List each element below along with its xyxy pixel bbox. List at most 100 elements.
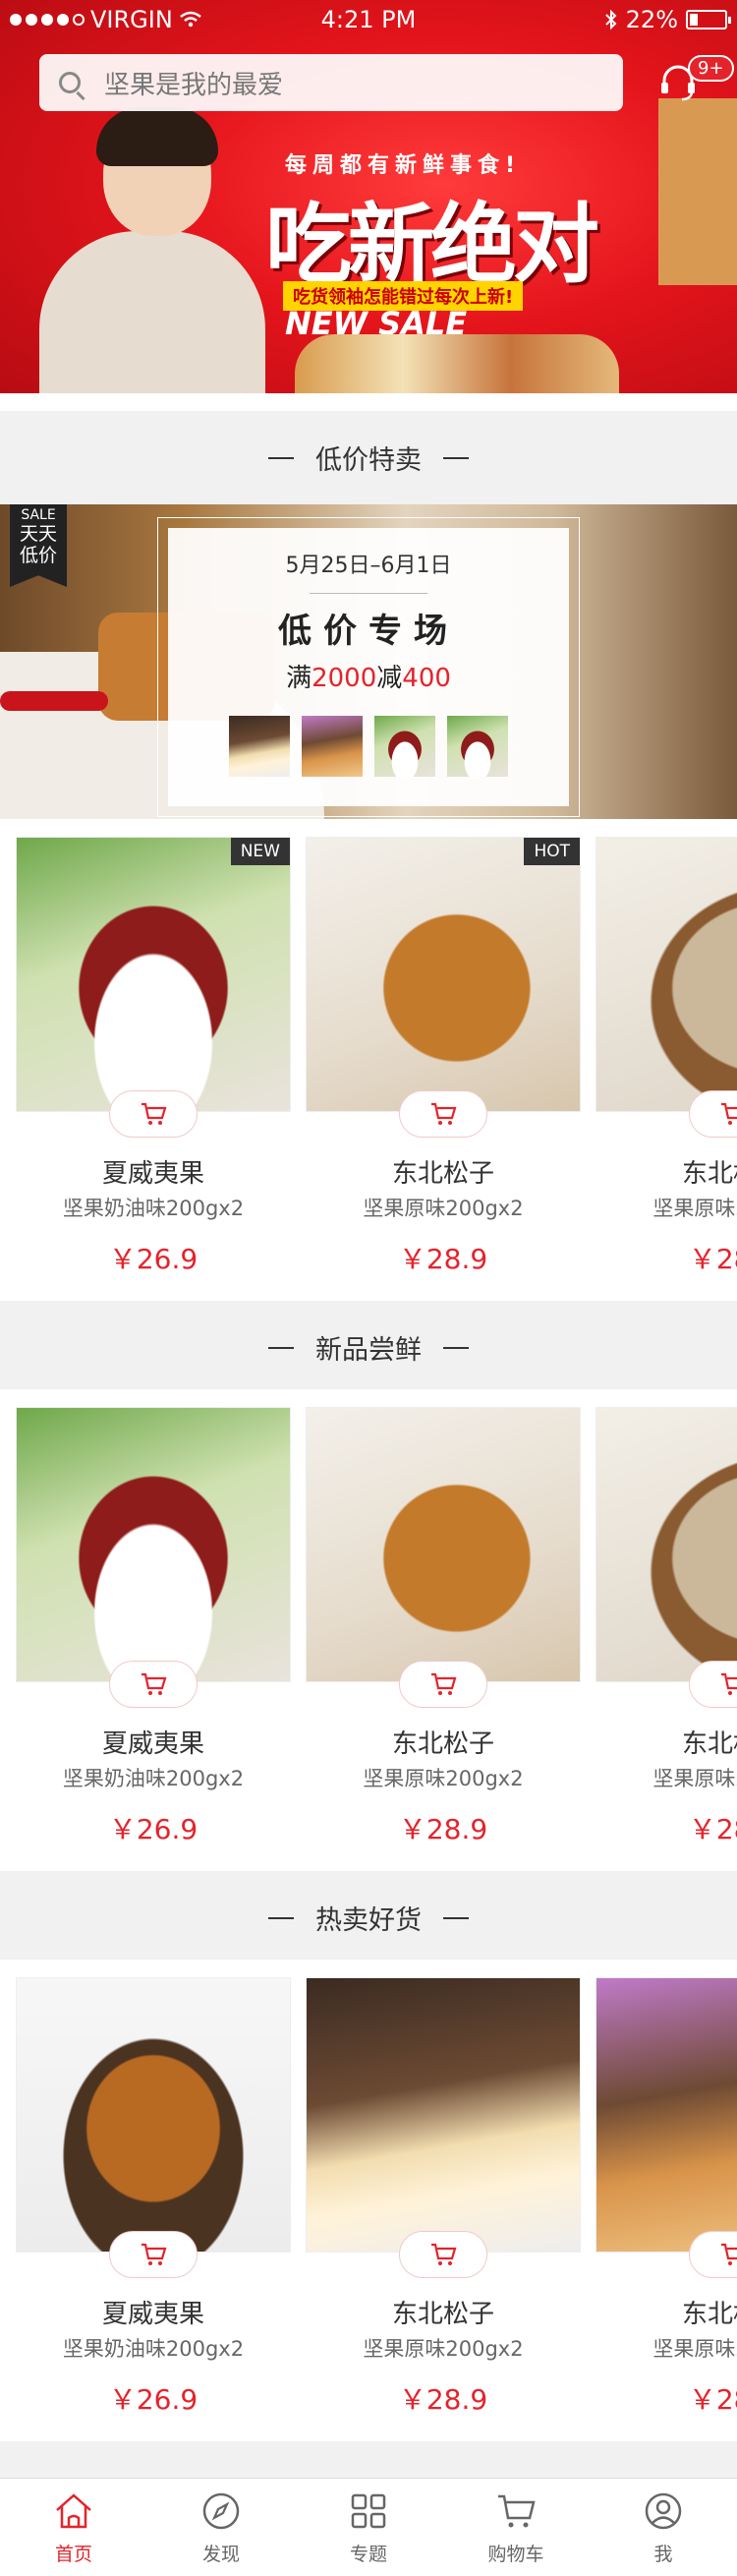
product-name: 东北松子 — [681, 1729, 737, 1759]
user-icon — [645, 2492, 682, 2530]
promo-banner[interactable]: SALE 天天低价 5月25日–6月1日 低价专场 满2000减400 — [0, 504, 737, 819]
promo-name: 低价专场 — [278, 612, 459, 651]
cart-icon — [721, 2243, 737, 2265]
tab-label: 我 — [653, 2544, 673, 2565]
add-to-cart-button[interactable] — [689, 1090, 737, 1138]
product-price: ￥28.9 — [688, 2383, 737, 2416]
sale-tag: SALE 天天低价 — [10, 504, 67, 587]
crackers-decoration — [658, 98, 737, 285]
cart-icon — [431, 1102, 457, 1125]
add-to-cart-button[interactable] — [399, 2231, 487, 2278]
cart-icon — [142, 2243, 167, 2265]
promo-thumbnails — [168, 716, 569, 777]
product-card[interactable]: 东北松子 坚果原味200gx2 ￥28.9 — [306, 1977, 581, 2434]
product-card[interactable]: NEW 夏威夷果 坚果奶油味200gx2 ￥26.9 — [16, 837, 291, 1294]
product-card[interactable]: 东北松子 坚果原味200gx2 ￥28.9 — [595, 1977, 737, 2434]
product-desc: 坚果原味200gx2 — [363, 1767, 524, 1790]
product-price: ￥26.9 — [108, 2383, 198, 2416]
product-desc: 坚果奶油味200gx2 — [62, 1767, 245, 1790]
tab-label: 发现 — [201, 2544, 240, 2565]
product-price: ￥28.9 — [398, 2383, 488, 2416]
hot-badge: HOT — [524, 838, 580, 865]
promo-date: 5月25日–6月1日 — [285, 554, 452, 578]
tab-label: 购物车 — [487, 2544, 544, 2565]
product-card[interactable]: 东北松子 坚果原味200gx2 ￥28.9 — [595, 837, 737, 1294]
product-row-sale[interactable]: NEW 夏威夷果 坚果奶油味200gx2 ￥26.9 HOT 东北松子 坚果原味… — [0, 819, 737, 1301]
compass-icon — [202, 2492, 240, 2530]
product-desc: 坚果奶油味200gx2 — [62, 1197, 245, 1220]
promo-thumb — [229, 716, 290, 777]
add-to-cart-button[interactable] — [399, 1661, 487, 1708]
tab-label: 首页 — [54, 2544, 92, 2565]
promo-thumb — [374, 716, 435, 777]
section-title-sale: 低价特卖 — [0, 411, 737, 504]
notification-badge: 9+ — [688, 55, 734, 82]
product-name: 东北松子 — [681, 2300, 737, 2329]
product-image — [16, 1407, 291, 1682]
battery-percent: 22% — [625, 6, 678, 33]
product-price: ￥28.9 — [398, 1813, 488, 1845]
cart-icon — [721, 1672, 737, 1695]
new-badge: NEW — [230, 838, 290, 865]
product-image — [306, 1407, 581, 1682]
promo-thumb — [302, 716, 363, 777]
add-to-cart-button[interactable] — [399, 1090, 487, 1138]
cart-icon — [142, 1102, 167, 1125]
product-name: 东北松子 — [391, 1159, 494, 1189]
tab-discover[interactable]: 发现 — [147, 2479, 295, 2576]
product-name: 夏威夷果 — [101, 1159, 204, 1189]
tab-home[interactable]: 首页 — [0, 2479, 147, 2576]
product-name: 东北松子 — [391, 1729, 494, 1759]
cart-icon — [142, 1672, 167, 1695]
section-title-new: 新品尝鲜 — [0, 1301, 737, 1394]
product-card[interactable]: HOT 东北松子 坚果原味200gx2 ￥28.9 — [306, 837, 581, 1294]
product-image — [16, 1977, 291, 2253]
tab-me[interactable]: 我 — [590, 2479, 737, 2576]
status-bar: VIRGIN 4:21 PM 22% — [0, 0, 737, 39]
product-desc: 坚果原味200gx2 — [363, 2337, 524, 2361]
bluetooth-icon — [604, 9, 617, 30]
cart-icon — [721, 1102, 737, 1125]
product-name: 东北松子 — [391, 2300, 494, 2329]
product-desc: 坚果原味200gx2 — [652, 2337, 737, 2361]
search-input[interactable]: 坚果是我的最爱 — [39, 54, 623, 111]
product-desc: 坚果原味200gx2 — [652, 1197, 737, 1220]
promo-thumb — [447, 716, 508, 777]
product-row-hot[interactable]: 夏威夷果 坚果奶油味200gx2 ￥26.9 东北松子 坚果原味200gx2 ￥… — [0, 1960, 737, 2441]
add-to-cart-button[interactable] — [689, 2231, 737, 2278]
tab-label: 专题 — [349, 2544, 387, 2565]
customer-service-button[interactable]: 9+ — [656, 55, 734, 104]
home-icon — [56, 2493, 91, 2529]
promo-deal: 满2000减400 — [286, 664, 451, 693]
product-desc: 坚果原味200gx2 — [363, 1197, 524, 1220]
bottom-tab-bar: 首页 发现 专题 购物车 我 — [0, 2478, 737, 2576]
product-image: NEW — [16, 837, 291, 1112]
cart-icon — [431, 1672, 457, 1695]
product-price: ￥28.9 — [398, 1243, 488, 1275]
section-title-hot: 热卖好货 — [0, 1871, 737, 1964]
add-to-cart-button[interactable] — [689, 1661, 737, 1708]
product-desc: 坚果原味200gx2 — [652, 1767, 737, 1790]
product-row-new[interactable]: 夏威夷果 坚果奶油味200gx2 ￥26.9 东北松子 坚果原味200gx2 ￥… — [0, 1389, 737, 1871]
product-image: HOT — [306, 837, 581, 1112]
cart-icon — [498, 2494, 536, 2528]
spokesperson-image — [39, 107, 265, 411]
product-card[interactable]: 夏威夷果 坚果奶油味200gx2 ￥26.9 — [16, 1407, 291, 1864]
product-card[interactable]: 夏威夷果 坚果奶油味200gx2 ￥26.9 — [16, 1977, 291, 2434]
add-to-cart-button[interactable] — [109, 1661, 198, 1708]
search-placeholder: 坚果是我的最爱 — [104, 70, 284, 100]
product-name: 夏威夷果 — [101, 2300, 204, 2329]
tab-topics[interactable]: 专题 — [295, 2479, 442, 2576]
tab-cart[interactable]: 购物车 — [442, 2479, 590, 2576]
product-name: 夏威夷果 — [101, 1729, 204, 1759]
add-to-cart-button[interactable] — [109, 1090, 198, 1138]
product-image — [595, 1407, 737, 1682]
product-card[interactable]: 东北松子 坚果原味200gx2 ￥28.9 — [306, 1407, 581, 1864]
product-price: ￥26.9 — [108, 1243, 198, 1275]
product-image — [306, 1977, 581, 2253]
product-price: ￥28.9 — [688, 1243, 737, 1275]
product-card[interactable]: 东北松子 坚果原味200gx2 ￥28.9 — [595, 1407, 737, 1864]
add-to-cart-button[interactable] — [109, 2231, 198, 2278]
cart-icon — [431, 2243, 457, 2265]
battery-icon — [686, 10, 731, 29]
